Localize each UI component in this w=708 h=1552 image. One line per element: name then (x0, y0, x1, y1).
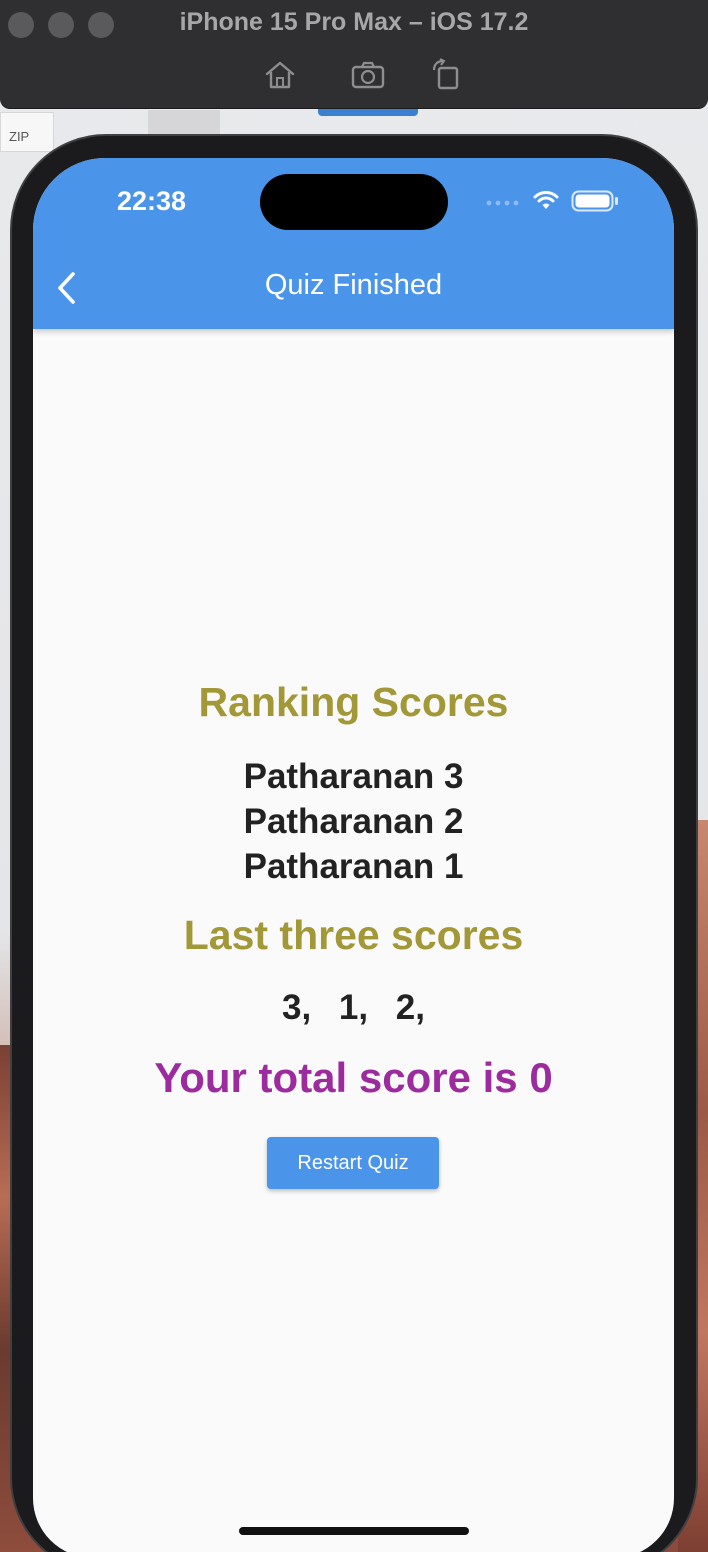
last-scores-heading: Last three scores (183, 912, 524, 958)
zip-label: ZIP (9, 129, 30, 144)
ranking-item: Patharanan 1 (243, 847, 464, 886)
status-time: 22:38 (117, 186, 187, 216)
desktop-window-fragment (148, 110, 220, 134)
home-indicator[interactable] (239, 1527, 469, 1535)
screenshot-camera-icon[interactable] (350, 58, 386, 92)
home-icon[interactable] (262, 58, 298, 92)
phone-screen: 22:38 Quiz Finished Ranking Scores Patha… (33, 158, 674, 1552)
ranking-heading: Ranking Scores (198, 679, 509, 725)
desktop-zip-file[interactable]: ZIP (0, 112, 54, 152)
wifi-icon (533, 191, 559, 209)
last-scores-values: 3, 1, 2, (281, 988, 426, 1027)
restart-quiz-button[interactable]: Restart Quiz (267, 1137, 439, 1189)
simulator-title: iPhone 15 Pro Max – iOS 17.2 (179, 8, 529, 36)
page-title: Quiz Finished (264, 269, 443, 301)
ranking-list: Patharanan 3 Patharanan 2 Patharanan 1 (33, 754, 674, 889)
simulator-titlebar: iPhone 15 Pro Max – iOS 17.2 (0, 0, 708, 109)
ranking-item: Patharanan 2 (243, 802, 464, 841)
battery-icon (571, 190, 618, 212)
total-score-text: Your total score is 0 (154, 1054, 553, 1101)
ranking-item: Patharanan 3 (243, 757, 464, 796)
cellular-signal-icon (486, 200, 519, 206)
desktop-window-fragment-blue (318, 108, 418, 116)
rotate-device-icon[interactable] (430, 58, 466, 92)
dynamic-island (260, 174, 448, 230)
app-bar: 22:38 Quiz Finished (33, 158, 674, 329)
